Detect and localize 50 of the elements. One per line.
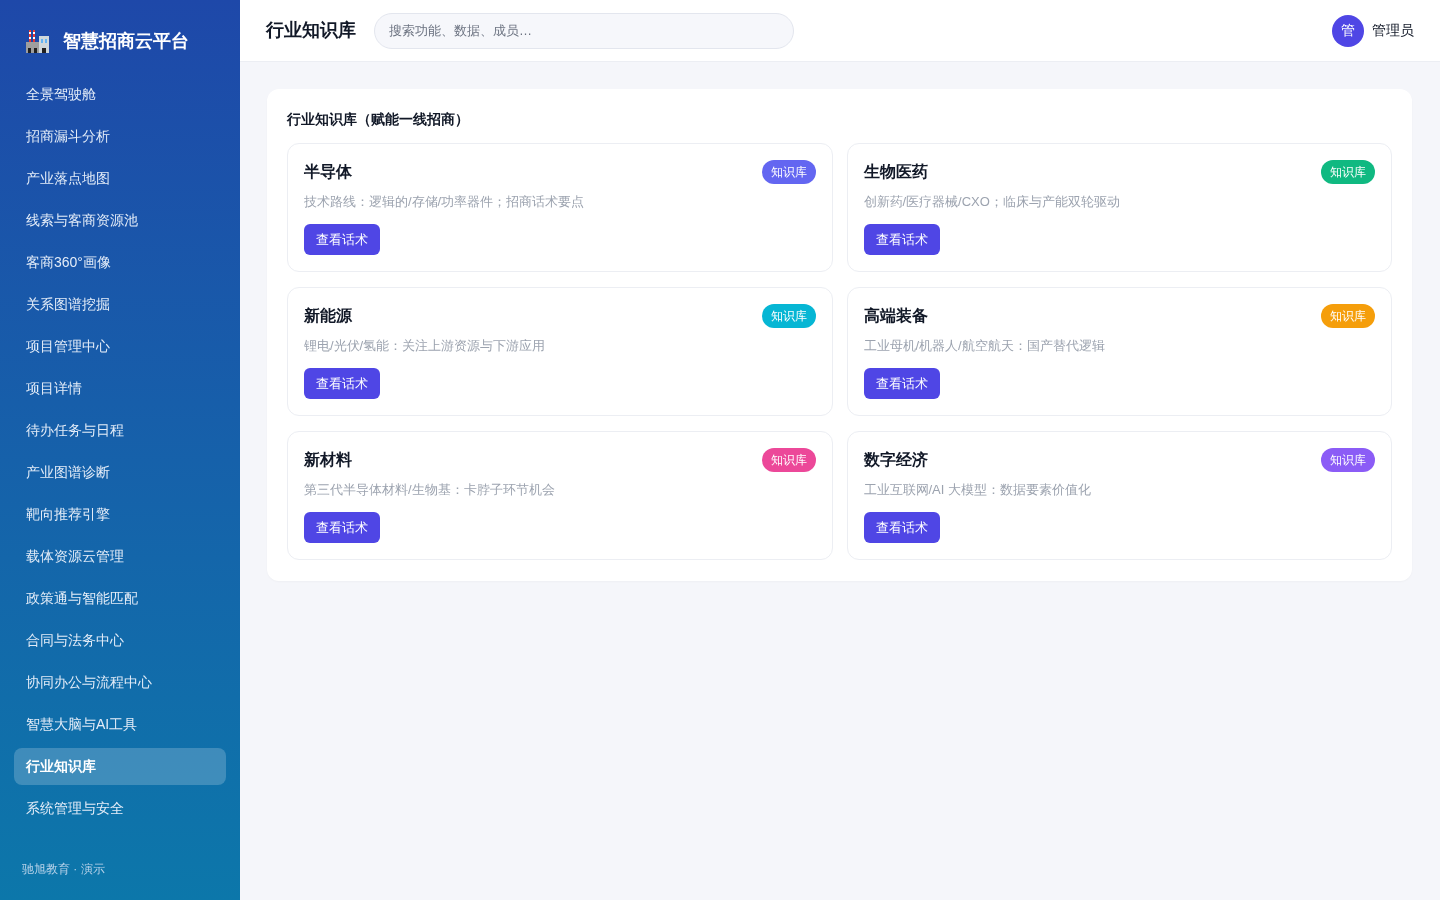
sidebar-item[interactable]: 招商漏斗分析 (14, 118, 226, 155)
user-avatar[interactable]: 管 (1332, 14, 1364, 47)
sidebar-item[interactable]: 智慧大脑与AI工具 (14, 706, 226, 743)
tag: 知识库 (1321, 448, 1375, 472)
sidebar-item[interactable]: 待办任务与日程 (14, 412, 226, 449)
tag: 知识库 (761, 304, 816, 328)
card-title: 高端装备 (863, 306, 928, 326)
card-description: 工业互联网/AI 大模型：数据要素价值化 (863, 481, 1092, 499)
card-title: 新能源 (304, 306, 352, 326)
sidebar-item[interactable]: 项目管理中心 (14, 328, 226, 365)
app-title: 智慧招商云平台 (63, 30, 189, 53)
view-script-button[interactable]: 查看话术 (863, 512, 940, 543)
view-script-button[interactable]: 查看话术 (304, 512, 380, 543)
card-description: 创新药/医疗器械/CXO；临床与产能双轮驱动 (863, 193, 1121, 211)
sidebar-item[interactable]: 产业图谱诊断 (14, 454, 226, 491)
sidebar-item[interactable]: 线索与客商资源池 (14, 202, 226, 239)
tag: 知识库 (1321, 304, 1375, 328)
sidebar-item[interactable]: 全景驾驶舱 (14, 76, 226, 113)
sidebar-item[interactable]: 靶向推荐引擎 (14, 496, 226, 533)
sidebar-item[interactable]: 合同与法务中心 (14, 622, 226, 659)
sidebar-item[interactable]: 系统管理与安全 (14, 790, 226, 827)
sidebar-item[interactable]: 产业落点地图 (14, 160, 226, 197)
sidebar-item[interactable]: 关系图谱挖掘 (14, 286, 226, 323)
card-title: 生物医药 (863, 162, 928, 182)
view-script-button[interactable]: 查看话术 (863, 368, 940, 399)
tag: 知识库 (1321, 160, 1375, 184)
card-description: 锂电/光伏/氢能：关注上游资源与下游应用 (304, 337, 547, 355)
sidebar-item[interactable]: 行业知识库 (14, 748, 226, 785)
panel-title: 行业知识库（赋能一线招商） (287, 110, 470, 129)
view-script-button[interactable]: 查看话术 (304, 224, 380, 255)
tag: 知识库 (761, 160, 816, 184)
footer-text: 驰旭教育 · 演示 (22, 862, 105, 876)
view-script-button[interactable]: 查看话术 (863, 224, 940, 255)
sidebar-item[interactable]: 客商360°画像 (14, 244, 226, 281)
card-description: 第三代半导体材料/生物基：卡脖子环节机会 (304, 481, 556, 499)
view-script-button[interactable]: 查看话术 (304, 368, 380, 399)
user-name: 管理员 (1372, 21, 1414, 40)
tag: 知识库 (761, 448, 816, 472)
sidebar-item[interactable]: 载体资源云管理 (14, 538, 226, 575)
card-description: 技术路线：逻辑的/存储/功率器件；招商话术要点 (304, 193, 586, 211)
card-title: 数字经济 (863, 450, 928, 470)
card-title: 半导体 (304, 162, 352, 182)
factory-icon (26, 29, 49, 53)
search-field[interactable]: 搜索功能、数据、成员… (374, 12, 794, 49)
card-description: 工业母机/机器人/航空航天：国产替代逻辑 (863, 337, 1106, 355)
page-title: 行业知识库 (266, 19, 356, 42)
sidebar-item[interactable]: 政策通与智能匹配 (14, 580, 226, 617)
sidebar-item[interactable]: 项目详情 (14, 370, 226, 407)
card-title: 新材料 (304, 450, 352, 470)
sidebar-item[interactable]: 协同办公与流程中心 (14, 664, 226, 701)
